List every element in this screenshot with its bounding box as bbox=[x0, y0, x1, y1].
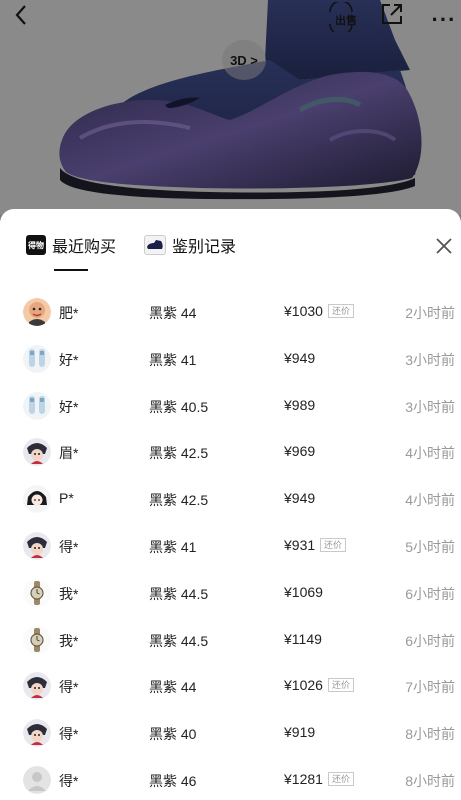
active-tab-indicator bbox=[54, 269, 88, 271]
product-spec: 黑紫 44 bbox=[149, 305, 197, 321]
tab-recent-purchases[interactable]: 得物 最近购买 bbox=[26, 233, 116, 257]
purchase-time: 4小时前 bbox=[405, 492, 455, 509]
buyer-name: 肥* bbox=[59, 305, 79, 321]
purchase-time: 3小时前 bbox=[405, 351, 455, 368]
purchase-row: 我* 黑紫 44.5 ¥1069 6小时前 bbox=[0, 570, 461, 617]
product-spec: 黑紫 46 bbox=[149, 772, 197, 789]
sale-price: ¥919 bbox=[284, 724, 316, 741]
purchase-time: 7小时前 bbox=[405, 679, 455, 696]
sale-price: ¥949 bbox=[284, 490, 316, 507]
purchase-time: 6小时前 bbox=[405, 585, 455, 602]
purchase-row: 我* 黑紫 44.5 ¥1149 6小时前 bbox=[0, 617, 461, 664]
product-spec: 黑紫 40 bbox=[149, 726, 197, 743]
avatar bbox=[23, 391, 51, 420]
share-icon bbox=[382, 4, 402, 24]
bargain-badge: 还价 bbox=[328, 771, 355, 786]
sale-price: ¥1281 bbox=[284, 770, 323, 787]
records-sheet: 得物 最近购买 鉴别记录 肥* 黑紫 44 ¥1030 还价 2小时前好* 黑紫 41 ¥9… bbox=[0, 209, 461, 800]
chevron-left-icon bbox=[15, 5, 26, 25]
avatar bbox=[23, 765, 51, 794]
brand-logo-icon: 得物 bbox=[26, 235, 46, 255]
buyer-name: 好* bbox=[59, 398, 79, 415]
sale-price: ¥969 bbox=[284, 443, 316, 460]
bargain-badge: 还价 bbox=[328, 678, 355, 693]
sale-price: ¥989 bbox=[284, 396, 316, 413]
bargain-badge: 还价 bbox=[320, 537, 347, 552]
buyer-name: 得* bbox=[59, 726, 79, 743]
product-spec: 黑紫 41 bbox=[149, 351, 197, 368]
buyer-name: 眉* bbox=[59, 445, 79, 462]
product-spec: 黑紫 42.5 bbox=[149, 445, 209, 462]
purchase-row: 眉* 黑紫 42.5 ¥969 4小时前 bbox=[0, 429, 461, 476]
purchase-row: P* 黑紫 42.5 ¥949 4小时前 bbox=[0, 476, 461, 523]
tab-auth-label: 鉴别记录 bbox=[172, 239, 237, 256]
sale-price: ¥1026 bbox=[284, 677, 323, 694]
close-button[interactable] bbox=[432, 235, 456, 257]
view-3d-label: 3D > bbox=[230, 52, 258, 68]
avatar bbox=[23, 485, 51, 514]
product-spec: 黑紫 40.5 bbox=[149, 398, 209, 415]
purchase-time: 4小时前 bbox=[405, 445, 455, 462]
purchase-row: 得* 黑紫 41 ¥931 还价 5小时前 bbox=[0, 523, 461, 570]
back-button[interactable] bbox=[14, 4, 50, 34]
product-spec: 黑紫 44.5 bbox=[149, 632, 209, 649]
product-spec: 黑紫 41 bbox=[149, 538, 197, 555]
view-3d-button[interactable]: 3D > bbox=[222, 40, 266, 80]
product-spec: 黑紫 44 bbox=[149, 679, 197, 696]
sale-price: ¥931 bbox=[284, 536, 316, 553]
purchase-time: 5小时前 bbox=[405, 538, 455, 555]
sale-price: ¥1149 bbox=[284, 630, 322, 647]
sell-button[interactable]: 出售 bbox=[326, 2, 366, 38]
tab-bar: 得物 最近购买 鉴别记录 bbox=[0, 209, 461, 277]
product-spec: 黑紫 42.5 bbox=[149, 492, 209, 509]
sale-price: ¥1069 bbox=[284, 583, 323, 600]
purchase-time: 8小时前 bbox=[405, 726, 455, 743]
purchase-row: 得* 黑紫 40 ¥919 8小时前 bbox=[0, 710, 461, 757]
avatar bbox=[23, 298, 51, 326]
avatar bbox=[23, 719, 51, 748]
sale-price: ¥949 bbox=[284, 349, 316, 366]
avatar bbox=[23, 578, 51, 607]
purchase-list: 肥* 黑紫 44 ¥1030 还价 2小时前 好* 黑紫 41 ¥949 3小时前 好* 黑紫 40… bbox=[0, 289, 461, 800]
share-button[interactable] bbox=[380, 2, 416, 38]
buyer-name: 我* bbox=[59, 632, 79, 649]
buyer-name: 得* bbox=[59, 679, 79, 696]
avatar bbox=[23, 625, 51, 654]
buyer-name: 得* bbox=[59, 772, 79, 789]
purchase-time: 2小时前 bbox=[405, 305, 455, 321]
purchase-time: 6小时前 bbox=[405, 632, 455, 649]
avatar bbox=[23, 438, 51, 467]
purchase-time: 3小时前 bbox=[405, 398, 455, 415]
sale-price: ¥1030 bbox=[284, 303, 323, 319]
product-image-area: 出售 ··· 3D > bbox=[0, 0, 461, 215]
purchase-row: 得* 黑紫 46 ¥1281 还价 8小时前 bbox=[0, 757, 461, 800]
buyer-name: 得* bbox=[59, 538, 79, 555]
avatar bbox=[23, 344, 51, 373]
buyer-name: 我* bbox=[59, 585, 79, 602]
sell-label: 出售 bbox=[335, 15, 357, 27]
more-button[interactable]: ··· bbox=[428, 2, 460, 38]
avatar bbox=[23, 531, 51, 560]
buyer-name: P* bbox=[59, 490, 74, 507]
purchase-row: 好* 黑紫 40.5 ¥989 3小时前 bbox=[0, 383, 461, 430]
buyer-name: 好* bbox=[59, 351, 79, 368]
sneaker-thumb-icon bbox=[144, 235, 166, 255]
tab-recent-label: 最近购买 bbox=[52, 239, 117, 256]
purchase-time: 8小时前 bbox=[405, 772, 455, 789]
purchase-row: 得* 黑紫 44 ¥1026 还价 7小时前 bbox=[0, 663, 461, 710]
purchase-row: 肥* 黑紫 44 ¥1030 还价 2小时前 bbox=[0, 289, 461, 336]
more-icon: ··· bbox=[431, 7, 457, 32]
product-spec: 黑紫 44.5 bbox=[149, 585, 209, 602]
tab-authentication-records[interactable]: 鉴别记录 bbox=[144, 233, 236, 257]
close-icon bbox=[436, 238, 452, 254]
bargain-badge: 还价 bbox=[328, 304, 355, 318]
purchase-row: 好* 黑紫 41 ¥949 3小时前 bbox=[0, 336, 461, 383]
avatar bbox=[23, 672, 51, 701]
